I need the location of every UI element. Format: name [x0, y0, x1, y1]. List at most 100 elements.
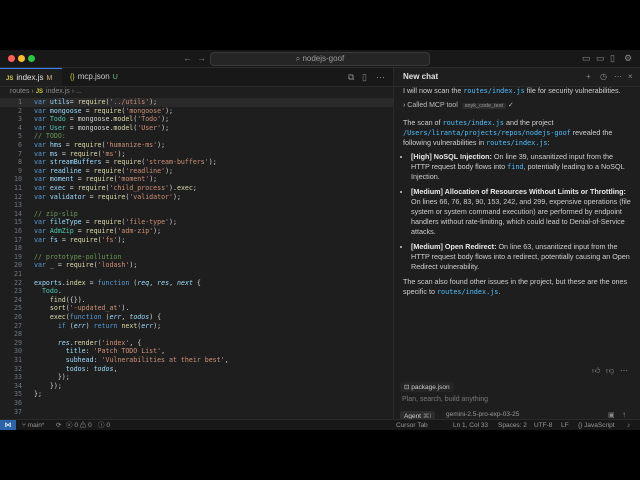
problems-indicator[interactable]: ⓧ 0 ⚠ 0 — [66, 420, 92, 430]
line-ending[interactable]: LF — [561, 420, 569, 430]
code-line[interactable]: 26 exec(function (err, todos) { — [0, 313, 393, 322]
code-line[interactable]: 9 var readline = require('readline'); — [0, 167, 393, 176]
code-line[interactable]: 30 title: 'Patch TODO List', — [0, 347, 393, 356]
code-line[interactable]: 36 — [0, 399, 393, 408]
code-line[interactable]: 12 var validator = require('validator'); — [0, 193, 393, 202]
code-line[interactable]: 14 // zip-slip — [0, 210, 393, 219]
notifications-bell-icon[interactable]: ♪ — [627, 420, 630, 430]
code-line[interactable]: 16 var AdmZip = require('adm-zip'); — [0, 227, 393, 236]
chat-input-placeholder[interactable]: Plan, search, build anything — [402, 396, 488, 403]
new-chat-plus-icon[interactable]: + — [586, 68, 591, 86]
code-text: title: 'Patch TODO List', — [65, 347, 166, 356]
code-line[interactable]: 27 if (err) return next(err); — [0, 322, 393, 331]
history-clock-icon[interactable]: ◷ — [600, 68, 607, 86]
code-text: find({}). — [49, 295, 86, 304]
model-selector[interactable]: gemini-2.5-pro-exp-03-25 — [446, 411, 519, 418]
chevron-right-icon: › — [403, 102, 406, 109]
code-line[interactable]: 11 var exec = require('child_process').ex… — [0, 184, 393, 193]
line-number: 36 — [14, 399, 22, 407]
split-view-icon[interactable]: ▯ — [362, 72, 367, 83]
code-line[interactable]: 2 var mongoose = require('mongoose'); — [0, 107, 393, 116]
toggle-secondary-icon[interactable]: ▯ — [610, 53, 615, 64]
code-line[interactable]: 29 res.render('index', { — [0, 339, 393, 348]
tool-call-row[interactable]: › Called MCP tool snyk_code_test ✓ — [403, 100, 633, 112]
code-line[interactable]: 7 var ms = require('ms'); — [0, 150, 393, 159]
encoding[interactable]: UTF-8 — [534, 420, 552, 430]
remote-icon[interactable]: ⋈ — [0, 420, 16, 430]
code-line[interactable]: 33 }); — [0, 373, 393, 382]
untracked-badge: U — [112, 74, 118, 81]
code-line[interactable]: 21 — [0, 270, 393, 279]
sync-icon[interactable]: ⟳ — [56, 420, 61, 430]
line-number: 23 — [14, 287, 22, 296]
forward-arrow-icon[interactable]: → — [197, 53, 206, 63]
toggle-sidebar-icon[interactable]: ▭ — [582, 53, 591, 64]
breadcrumb-more[interactable]: ... — [76, 88, 82, 95]
code-line[interactable]: 10 var moment = require('moment'); — [0, 175, 393, 184]
editor-tabs: JS index.js M {} mcp.json U ⧉ ▯ ⋯ — [0, 68, 393, 87]
code-line[interactable]: 23 Todo. — [0, 287, 393, 296]
toggle-panel-icon[interactable]: ▭ — [596, 53, 605, 64]
code-line[interactable]: 35}; — [0, 390, 393, 399]
code-line[interactable]: 4 var User = mongoose.model('User'); — [0, 124, 393, 133]
thumbs-up-icon[interactable]: 👍︎ — [592, 366, 600, 376]
code-editor[interactable]: 1 var utils= require('../utils'); 2 var mon… — [0, 97, 393, 419]
code-line[interactable]: 1 var utils= require('../utils'); — [0, 98, 393, 107]
chat-input[interactable]: ⊡ package.json Plan, search, build anyth… — [400, 382, 632, 424]
close-panel-icon[interactable]: × — [628, 68, 633, 86]
code-line[interactable]: 18 — [0, 244, 393, 253]
command-search-bar[interactable]: ⌕ nodejs-goof — [210, 52, 430, 66]
info-indicator[interactable]: ⓘ 0 — [98, 420, 110, 430]
close-window-button[interactable] — [8, 55, 15, 62]
more-options-icon[interactable]: ⋯ — [614, 68, 622, 86]
indentation[interactable]: Spaces: 2 — [498, 420, 527, 430]
image-attach-icon[interactable]: ▣ — [608, 411, 615, 419]
code-line[interactable]: 15 var fileType = require('file-type'); — [0, 218, 393, 227]
code-line[interactable]: 25 sort('-updated_at'). — [0, 304, 393, 313]
line-number: 21 — [14, 270, 22, 278]
code-line[interactable]: 34 }); — [0, 382, 393, 391]
context-file-chip[interactable]: ⊡ package.json — [400, 382, 454, 392]
breadcrumb-folder[interactable]: routes — [10, 88, 29, 95]
git-branch[interactable]: ⑂ main* — [22, 420, 44, 430]
tab-label: mcp.json — [77, 72, 110, 81]
back-arrow-icon[interactable]: ← — [183, 53, 192, 63]
finding-item: [High] NoSQL Injection: On line 39, unsa… — [411, 152, 633, 182]
code-text: var readline = require('readline'); — [34, 166, 174, 175]
code-line[interactable]: 28 — [0, 330, 393, 339]
code-text: // TODO: — [34, 132, 66, 141]
more-actions-icon[interactable]: ⋯ — [376, 72, 385, 83]
maximize-window-button[interactable] — [28, 55, 35, 62]
minimize-window-button[interactable] — [18, 55, 25, 62]
code-line[interactable]: 37 — [0, 408, 393, 417]
code-line[interactable]: 3 var Todo = mongoose.model('Todo'); — [0, 115, 393, 124]
tool-call-label: Called MCP tool — [407, 102, 458, 109]
line-number: 37 — [14, 407, 22, 416]
code-text: }); — [49, 381, 62, 390]
breadcrumb-file[interactable]: index.js — [46, 88, 70, 95]
thumbs-down-icon[interactable]: 👎︎ — [606, 366, 614, 376]
settings-gear-icon[interactable]: ⚙ — [624, 53, 632, 64]
split-editor-icon[interactable]: ⧉ — [348, 72, 354, 83]
cursor-position[interactable]: Ln 1, Col 33 — [453, 420, 488, 430]
cursor-tab-status[interactable]: Cursor Tab — [396, 420, 428, 430]
code-line[interactable]: 6 var hms = require('humanize-ms'); — [0, 141, 393, 150]
line-number: 30 — [14, 347, 22, 356]
code-line[interactable]: 32 todos: todos, — [0, 365, 393, 374]
code-line[interactable]: 31 subhead: 'Vulnerabilities at their be… — [0, 356, 393, 365]
code-line[interactable]: 20 var _ = require('lodash'); — [0, 261, 393, 270]
tab-mcp-json[interactable]: {} mcp.json U — [64, 68, 126, 86]
code-line[interactable]: 24 find({}). — [0, 296, 393, 305]
language-mode[interactable]: {} JavaScript — [578, 420, 615, 430]
code-line[interactable]: 5 // TODO: — [0, 132, 393, 141]
code-line[interactable]: 17 var fs = require('fs'); — [0, 236, 393, 245]
code-line[interactable]: 13 — [0, 201, 393, 210]
more-options-icon[interactable]: ⋯ — [620, 366, 628, 375]
code-line[interactable]: 19 // prototype-pollution — [0, 253, 393, 262]
code-line[interactable]: 22 exports.index = function (req, res, ne… — [0, 279, 393, 288]
code-line[interactable]: 8 var streamBuffers = require('stream-buf… — [0, 158, 393, 167]
send-arrow-icon[interactable]: ↑ — [622, 410, 626, 419]
tab-index-js[interactable]: JS index.js M — [0, 68, 62, 86]
json-file-icon: {} — [70, 74, 75, 81]
code-text: var utils= require('../utils'); — [34, 98, 158, 106]
